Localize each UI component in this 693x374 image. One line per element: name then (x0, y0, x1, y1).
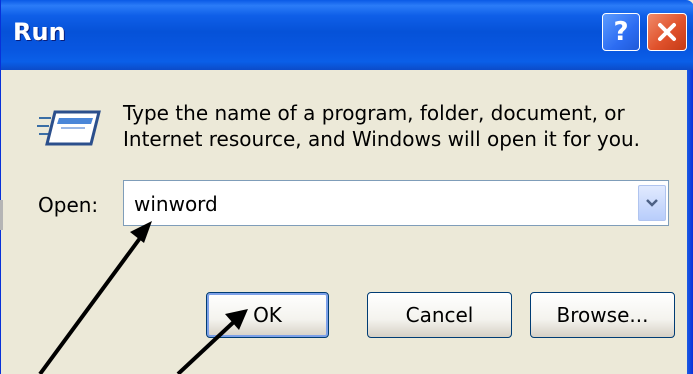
close-icon (658, 23, 676, 41)
browse-button[interactable]: Browse... (530, 292, 675, 338)
window-title: Run (13, 18, 66, 46)
help-button[interactable]: ? (602, 13, 640, 51)
background-edge (0, 200, 3, 230)
run-description: Type the name of a program, folder, docu… (123, 100, 640, 152)
description-line-1: Type the name of a program, folder, docu… (123, 101, 625, 125)
description-line-2: Internet resource, and Windows will open… (123, 127, 640, 151)
run-icon (37, 110, 101, 146)
cancel-button[interactable]: Cancel (367, 292, 512, 338)
open-input[interactable]: winword (134, 192, 218, 216)
ok-button[interactable]: OK (206, 292, 329, 338)
open-label: Open: (38, 193, 99, 217)
dropdown-button[interactable] (638, 185, 666, 221)
title-bar[interactable]: Run ? (1, 0, 693, 70)
help-icon: ? (613, 17, 629, 47)
close-button[interactable] (647, 13, 687, 51)
run-dialog: Run ? Type the name of a program, folder… (0, 0, 693, 374)
open-combobox[interactable]: winword (123, 180, 669, 226)
chevron-down-icon (646, 199, 658, 207)
window-frame-right (687, 70, 693, 374)
